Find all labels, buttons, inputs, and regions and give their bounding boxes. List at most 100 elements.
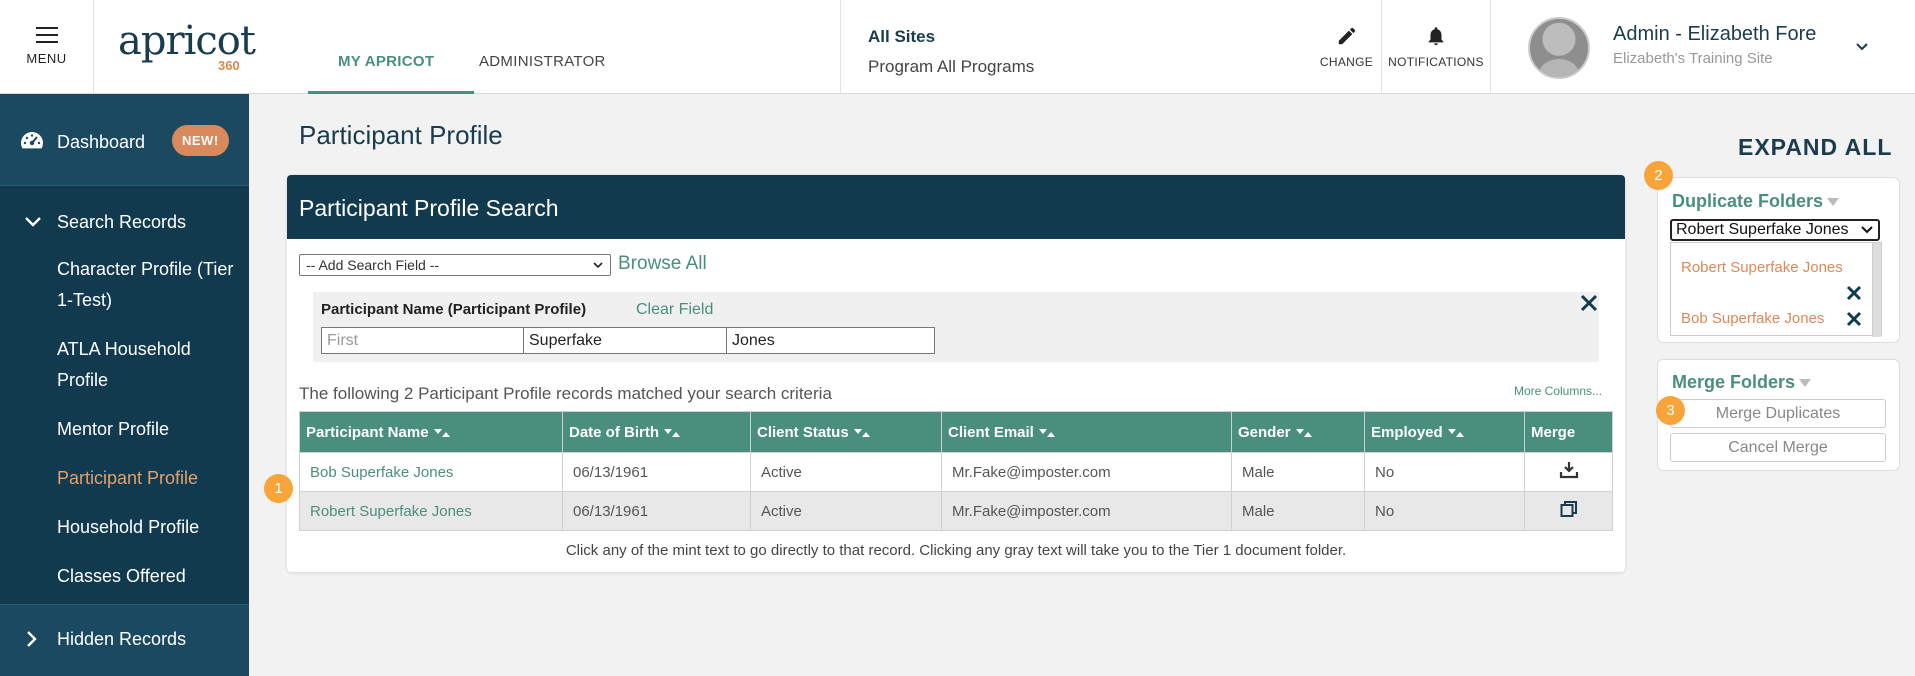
bell-icon [1428, 26, 1444, 45]
duplicate-item-bob[interactable]: Bob Superfake Jones [1681, 310, 1824, 327]
sort-icon [1038, 428, 1055, 437]
user-name: Admin - Elizabeth Fore [1613, 23, 1817, 45]
new-badge: NEW! [172, 125, 229, 156]
chevron-down-icon [1861, 226, 1873, 234]
close-icon[interactable] [1578, 292, 1600, 314]
cancel-merge-button[interactable]: Cancel Merge [1670, 433, 1886, 462]
column-label: Client Email [948, 423, 1034, 441]
sidebar-item-atla-household-profile[interactable]: ATLA Household Profile [57, 334, 242, 396]
client-email-cell[interactable]: Mr.Fake@imposter.com [941, 452, 1232, 492]
sort-icon [664, 428, 680, 437]
menu-button[interactable]: MENU [0, 0, 94, 93]
participant-name-filter: Participant Name (Participant Profile) C… [313, 292, 1599, 362]
sidebar-item-character-profile[interactable]: Character Profile (Tier 1-Test) [57, 254, 242, 316]
merge-cell[interactable] [1524, 452, 1613, 492]
column-label: Merge [1531, 423, 1576, 441]
duplicate-item-robert[interactable]: Robert Superfake Jones [1681, 259, 1843, 276]
menu-label: MENU [26, 51, 67, 66]
column-date-of-birth[interactable]: Date of Birth [562, 411, 751, 453]
first-name-input[interactable] [321, 327, 530, 354]
client-status-cell[interactable]: Active [750, 452, 942, 492]
user-menu[interactable]: Admin - Elizabeth Fore Elizabeth's Train… [1491, 0, 1915, 93]
table-row: Robert Superfake Jones 06/13/1961 Active… [299, 491, 1613, 531]
merge-cell[interactable] [1524, 491, 1613, 531]
sidebar-section-hidden-records[interactable]: Hidden Records [0, 604, 249, 676]
result-summary: The following 2 Participant Profile reco… [299, 384, 832, 403]
search-records-label: Search Records [57, 212, 187, 232]
column-label: Gender [1238, 423, 1291, 441]
chevron-down-icon [593, 262, 603, 269]
step-marker-1: 1 [264, 474, 293, 503]
more-columns-link[interactable]: More Columns... [1514, 384, 1602, 398]
sidebar-item-dashboard[interactable]: Dashboard NEW! [0, 94, 249, 186]
column-client-status[interactable]: Client Status [750, 411, 942, 453]
tab-my-apricot[interactable]: MY APRICOT [308, 53, 474, 94]
merge-duplicates-button[interactable]: Merge Duplicates [1670, 399, 1886, 428]
sidebar-section-search-records[interactable]: Search Records [0, 210, 249, 240]
dashboard-label: Dashboard [57, 132, 146, 152]
client-status-cell[interactable]: Active [750, 491, 942, 531]
date-of-birth-cell[interactable]: 06/13/1961 [562, 491, 751, 531]
gender-cell[interactable]: Male [1231, 491, 1365, 531]
participant-name-link[interactable]: Robert Superfake Jones [299, 491, 563, 531]
column-label: Client Status [757, 423, 849, 441]
dashboard-gauge-icon [21, 132, 43, 149]
search-card-header: Participant Profile Search [287, 175, 1625, 239]
sort-icon [433, 428, 450, 437]
change-button[interactable]: CHANGE [1312, 0, 1381, 93]
column-merge: Merge [1524, 411, 1613, 453]
window-restore-icon[interactable] [1560, 500, 1578, 518]
add-search-field-select[interactable]: -- Add Search Field -- [299, 254, 611, 276]
column-participant-name[interactable]: Participant Name [299, 411, 563, 453]
avatar [1528, 17, 1590, 79]
sort-icon [1295, 428, 1312, 437]
column-label: Employed [1371, 423, 1443, 441]
expand-all-button[interactable]: EXPAND ALL [1738, 134, 1892, 161]
caret-down-icon [1799, 379, 1812, 388]
top-bar: MENU apricot 360 MY APRICOT ADMINISTRATO… [0, 0, 1915, 94]
notifications-button[interactable]: NOTIFICATIONS [1381, 0, 1491, 93]
client-email-cell[interactable]: Mr.Fake@imposter.com [941, 491, 1232, 531]
download-icon[interactable] [1559, 460, 1579, 480]
last-name-input[interactable] [726, 327, 935, 354]
remove-icon[interactable] [1845, 310, 1863, 328]
duplicate-folder-list: Robert Superfake Jones Bob Superfake Jon… [1670, 242, 1882, 337]
step-marker-2: 2 [1644, 161, 1673, 190]
remove-icon[interactable] [1845, 284, 1863, 302]
column-gender[interactable]: Gender [1231, 411, 1365, 453]
middle-name-input[interactable] [523, 327, 732, 354]
duplicate-folder-select[interactable]: Robert Superfake Jones [1670, 219, 1880, 241]
browse-all-link[interactable]: Browse All [618, 253, 707, 275]
sidebar: Dashboard NEW! Search Records Character … [0, 94, 249, 676]
site-selector[interactable]: All Sites Program All Programs [840, 0, 1318, 93]
clear-field-link[interactable]: Clear Field [636, 301, 713, 319]
user-site: Elizabeth's Training Site [1613, 50, 1773, 67]
column-label: Participant Name [306, 423, 429, 441]
results-table: Participant Name Date of Birth Client St… [299, 411, 1613, 531]
merge-folders-title[interactable]: Merge Folders [1672, 372, 1812, 393]
tab-administrator[interactable]: ADMINISTRATOR [479, 53, 606, 70]
sidebar-item-mentor-profile[interactable]: Mentor Profile [57, 414, 242, 445]
duplicate-list-scrollbar[interactable] [1872, 243, 1881, 337]
employed-cell[interactable]: No [1364, 452, 1525, 492]
sites-program: Program All Programs [868, 57, 1035, 76]
sidebar-item-participant-profile[interactable]: Participant Profile [57, 463, 242, 494]
column-employed[interactable]: Employed [1364, 411, 1525, 453]
duplicate-folders-panel: Duplicate Folders Robert Superfake Jones… [1657, 177, 1900, 343]
sites-title: All Sites [868, 27, 936, 46]
sidebar-item-classes-offered[interactable]: Classes Offered [57, 561, 242, 592]
hamburger-icon [35, 27, 58, 43]
column-label: Date of Birth [569, 423, 659, 441]
duplicate-folders-title[interactable]: Duplicate Folders [1672, 191, 1840, 212]
table-header-row: Participant Name Date of Birth Client St… [299, 411, 1613, 453]
table-footnote: Click any of the mint text to go directl… [565, 542, 1347, 559]
employed-cell[interactable]: No [1364, 491, 1525, 531]
date-of-birth-cell[interactable]: 06/13/1961 [562, 452, 751, 492]
sidebar-item-household-profile[interactable]: Household Profile [57, 512, 242, 543]
column-client-email[interactable]: Client Email [941, 411, 1232, 453]
participant-name-link[interactable]: Bob Superfake Jones [299, 452, 563, 492]
caret-down-icon [1827, 198, 1840, 207]
sort-icon [1447, 428, 1464, 437]
gender-cell[interactable]: Male [1231, 452, 1365, 492]
apricot-logo[interactable]: apricot 360 [118, 18, 256, 73]
